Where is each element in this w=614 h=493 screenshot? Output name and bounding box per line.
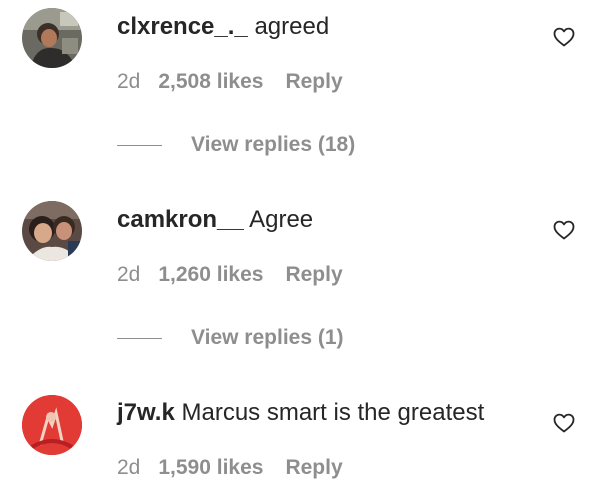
comment-body: Marcus smart is the greatest [181, 399, 485, 426]
comment-body: agreed [254, 13, 330, 40]
view-replies-button[interactable]: View replies (1) [117, 326, 417, 350]
comment-meta: 2d 1,260 likes Reply [117, 263, 343, 287]
comment-timestamp[interactable]: 2d [117, 70, 140, 93]
view-replies-label: View replies (1) [191, 326, 344, 349]
replies-divider [117, 145, 162, 146]
view-replies-label: View replies (18) [191, 133, 356, 156]
reply-button[interactable]: Reply [285, 70, 342, 93]
comment-text-line: j7w.k Marcus smart is the greatest [117, 399, 484, 427]
avatar[interactable] [22, 395, 82, 455]
comment-username[interactable]: j7w.k [117, 399, 175, 426]
comment-meta: 2d 1,590 likes Reply [117, 456, 343, 480]
avatar-image [22, 395, 82, 455]
avatar[interactable] [22, 8, 82, 68]
heart-outline-icon[interactable] [552, 218, 576, 242]
view-replies-button[interactable]: View replies (18) [117, 133, 417, 157]
avatar-image [22, 201, 82, 261]
comment-timestamp[interactable]: 2d [117, 263, 140, 286]
avatar-image [22, 8, 82, 68]
reply-button[interactable]: Reply [285, 263, 342, 286]
comment-body: Agree [249, 206, 314, 233]
comment-text-line: camkron__ Agree [117, 206, 313, 234]
heart-outline-icon[interactable] [552, 411, 576, 435]
heart-outline-icon[interactable] [552, 25, 576, 49]
comment-meta: 2d 2,508 likes Reply [117, 70, 343, 94]
reply-button[interactable]: Reply [285, 456, 342, 479]
comment-likes[interactable]: 1,260 likes [158, 263, 263, 286]
replies-divider [117, 338, 162, 339]
avatar[interactable] [22, 201, 82, 261]
comment-likes[interactable]: 2,508 likes [158, 70, 263, 93]
comment-timestamp[interactable]: 2d [117, 456, 140, 479]
comment-username[interactable]: clxrence_._ [117, 13, 248, 40]
comment-likes[interactable]: 1,590 likes [158, 456, 263, 479]
comment-text-line: clxrence_._ agreed [117, 13, 329, 41]
comment-username[interactable]: camkron__ [117, 206, 244, 233]
